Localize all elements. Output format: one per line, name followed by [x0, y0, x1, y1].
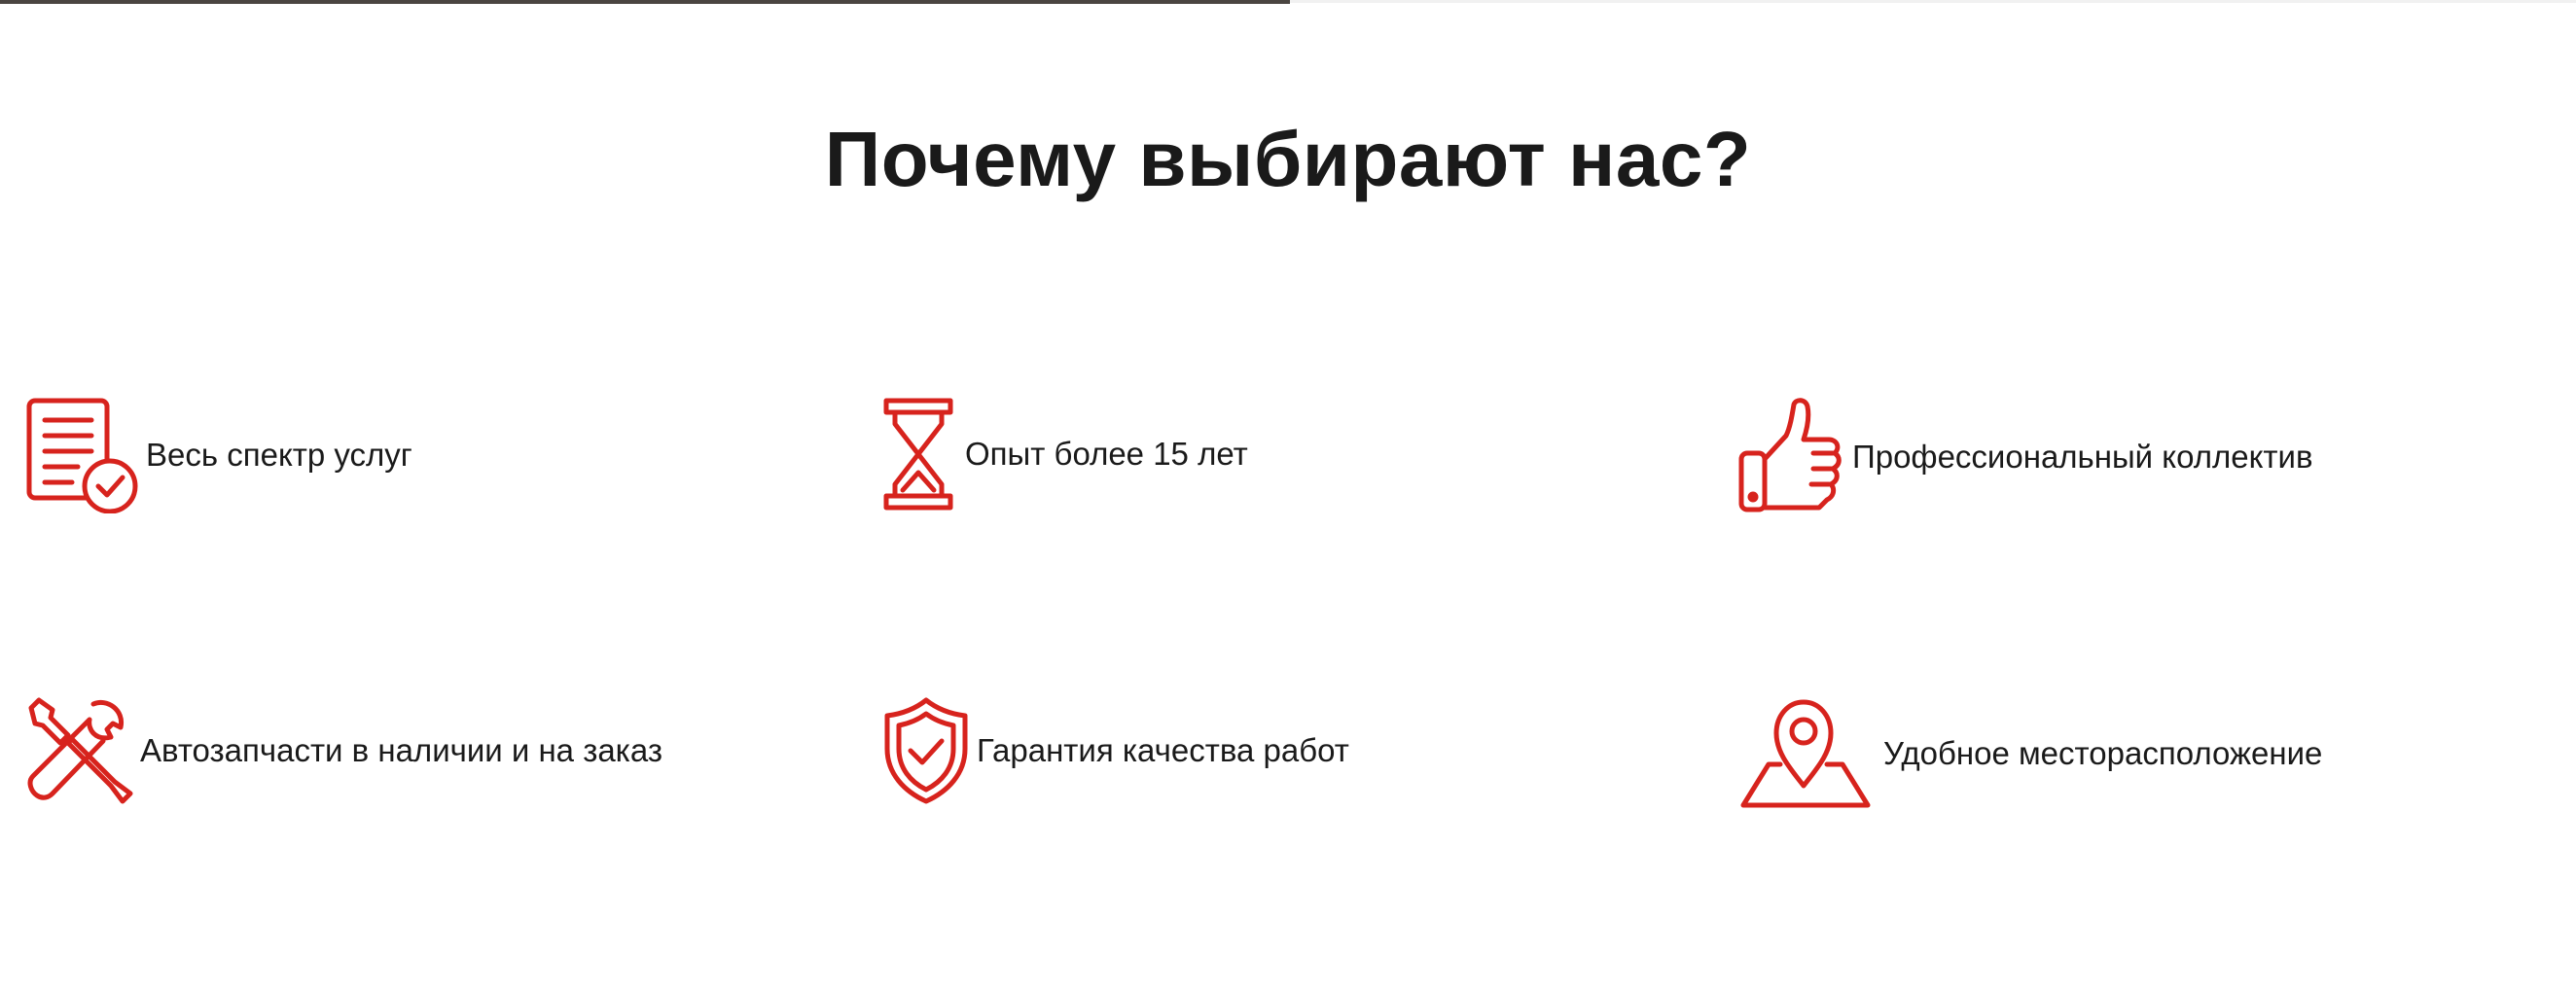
shield-check-icon	[884, 697, 968, 804]
feature-location: Удобное месторасположение	[1737, 696, 2322, 811]
why-us-section: Почему выбирают нас? Весь спектр услуг О…	[0, 0, 2576, 988]
feature-label: Удобное месторасположение	[1883, 735, 2323, 771]
section-title: Почему выбирают нас?	[824, 116, 1752, 202]
feature-quality-guarantee: Гарантия качества работ	[881, 696, 1349, 805]
feature-label: Весь спектр услуг	[146, 437, 412, 473]
feature-professional-team: Профессиональный коллектив	[1737, 397, 2312, 517]
hourglass-icon	[883, 398, 953, 511]
feature-label: Профессиональный коллектив	[1852, 439, 2313, 475]
feature-label: Автозапчасти в наличии и на заказ	[140, 732, 662, 768]
feature-auto-parts: Автозапчасти в наличии и на заказ	[25, 696, 662, 805]
top-divider	[1290, 0, 2576, 3]
feature-label: Опыт более 15 лет	[965, 436, 1248, 472]
hero-image-bottom-edge	[0, 0, 1290, 4]
map-pin-icon	[1740, 699, 1871, 808]
tools-icon	[27, 697, 133, 804]
feature-label: Гарантия качества работ	[977, 732, 1349, 768]
feature-full-service: Весь спектр услуг	[25, 397, 412, 513]
feature-experience: Опыт более 15 лет	[881, 397, 1248, 512]
thumbs-up-icon	[1738, 398, 1842, 512]
checklist-icon	[26, 398, 138, 513]
